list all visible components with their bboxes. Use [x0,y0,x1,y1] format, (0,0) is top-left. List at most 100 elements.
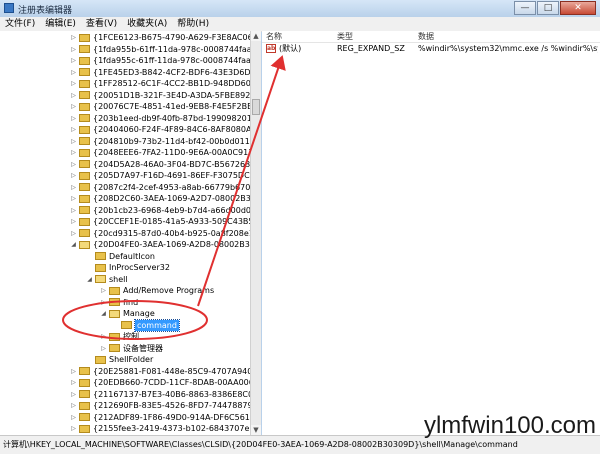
tree-item[interactable]: ▷ {208D2C60-3AEA-1069-A2D7-08002B30309D} [70,193,251,204]
tree-item-label: {212ADF89-1F86-49D0-914A-DF6C5613C81E} [93,412,250,422]
tree-item[interactable]: ▷ {212690FB-83E5-4526-8FD7-74478879 39CD} [70,400,251,411]
scroll-down-arrow-icon[interactable]: ▼ [251,425,261,435]
expand-arrow-icon[interactable]: ▷ [70,57,77,64]
tree-item[interactable]: ▷ Add/Remove Programs [100,285,214,296]
expand-arrow-icon[interactable]: ▷ [70,402,77,409]
tree-item[interactable]: ▷ {20E25881-F081-448e-85C9-4707A9400593} [70,366,250,377]
tree-item[interactable]: ▷ {20cd9315-87d0-40b4-b925-0a8f208e1f8d} [70,228,250,239]
expand-arrow-icon[interactable]: ▷ [70,69,77,76]
expand-arrow-icon[interactable]: ▷ [70,103,77,110]
column-headers: 名称 类型 数据 [262,31,600,43]
tree-item[interactable]: ◢ shell [86,274,127,285]
value-row[interactable]: ab (默认) REG_EXPAND_SZ %windir%\system32\… [262,43,600,55]
menu-favorites[interactable]: 收藏夹(A) [122,17,172,31]
tree-item-label: {212690FB-83E5-4526-8FD7-74478879 39CD} [93,401,251,410]
tree-item[interactable]: ▷ {203b1eed-db9f-40fb-87bd-1990982017d2} [70,113,250,124]
tree-item[interactable]: ◢ {20D04FE0-3AEA-1069-A2D8-08002B30309D} [70,239,250,250]
tree-item[interactable]: ▷ {20b1cb23-6968-4eb9-b7d4-a66d00d07cee} [70,205,250,216]
tree-item[interactable]: ▷ {1FF28512-6C1F-4CC2-BB1D-948DD60DB711} [70,78,251,89]
expand-arrow-icon[interactable]: ▷ [70,425,77,432]
expand-arrow-icon[interactable]: ▷ [70,207,77,214]
folder-icon [121,321,132,329]
tree-item[interactable]: ▷ {20404060-F24F-4F89-84C6-8AF8080A17CB} [70,124,250,135]
expand-arrow-icon[interactable]: ▷ [70,218,77,225]
column-header-type[interactable]: 类型 [337,31,353,42]
folder-icon [79,229,90,237]
expand-arrow-icon[interactable]: ▷ [70,172,77,179]
tree-scrollbar[interactable]: ▲ ▼ [250,31,261,435]
minimize-button[interactable]: — [514,1,536,15]
expand-arrow-icon[interactable]: ▷ [70,391,77,398]
tree-item[interactable]: ▷ {1FE45ED3-B842-4CF2-BDF6-43E3D6D10E64} [70,67,250,78]
registry-key-tree[interactable]: ▷{1FCE6123-B675-4790-A629-F3E8AC06F839}▷… [0,31,251,435]
scroll-thumb[interactable] [252,99,260,115]
tree-item[interactable]: ▷ {2048EEE6-7FA2-11D0-9E6A-00A0C9138C29} [70,147,250,158]
menu-file[interactable]: 文件(F) [0,17,40,31]
expand-arrow-icon[interactable]: ▷ [100,287,107,294]
tree-item[interactable]: DefaultIcon [86,251,155,262]
tree-item[interactable]: ◢ Manage [100,308,155,319]
expand-arrow-icon[interactable]: ▷ [70,115,77,122]
tree-item[interactable]: command [112,318,180,332]
tree-item[interactable]: ▷ {20CCEF1E-0185-41a5-A933-509C43B54F98} [70,216,250,227]
column-header-data[interactable]: 数据 [418,31,434,42]
tree-item[interactable]: ▷ {20051D1B-321F-3E4D-A3DA-5FBE892F7EC5} [70,90,250,101]
close-button[interactable]: ✕ [560,1,596,15]
expand-arrow-icon[interactable]: ▷ [70,46,77,53]
tree-item[interactable]: ▷ {1FCE6123-B675-4790-A629-F3E8AC06F839} [70,32,250,43]
tree-item-label: {2155fee3-2419-4373-b102-6843707eb41f} [93,424,250,433]
tree-item[interactable]: ▷ {212ADF89-1F86-49D0-914A-DF6C5613C81E} [70,412,250,423]
expand-arrow-icon[interactable]: ▷ [70,379,77,386]
expand-arrow-icon[interactable]: ▷ [70,161,77,168]
tree-item-label: ShellFolder [109,355,154,364]
column-header-name[interactable]: 名称 [266,31,282,42]
tree-item-label: {203b1eed-db9f-40fb-87bd-1990982017d2} [93,113,250,123]
folder-icon [109,344,120,352]
expand-arrow-icon[interactable]: ▷ [100,333,107,340]
tree-item[interactable]: ▷ {204810b9-73b2-11d4-bf42-00b0d0118b56} [70,136,250,147]
tree-item[interactable]: ▷ find [100,297,138,308]
folder-icon [79,125,90,134]
collapse-arrow-icon[interactable]: ◢ [70,241,77,248]
expand-arrow-icon[interactable]: ▷ [70,414,77,421]
expand-arrow-icon[interactable]: ▷ [70,195,77,202]
expand-arrow-icon[interactable]: ▷ [70,126,77,133]
tree-item[interactable]: ▷ {21167137-B7E3-40B6-8863-8386E8C05716} [70,389,250,400]
menu-help[interactable]: 帮助(H) [172,17,214,31]
tree-item[interactable]: ▷ {1fda955b-61ff-11da-978c-0008744faab7} [70,44,250,55]
tree-item-label: {204D5A28-46A0-3F04-BD7C-B5672631E57F} [93,159,251,169]
tree-item-label: DefaultIcon [109,251,155,261]
tree-item[interactable]: ▷ {20EDB660-7CDD-11CF-8DAB-00AA006C1A01} [70,377,250,388]
expand-arrow-icon[interactable]: ▷ [70,149,77,156]
menu-view[interactable]: 查看(V) [81,17,122,31]
expand-arrow-icon[interactable]: ▷ [70,80,77,87]
tree-item[interactable]: ShellFolder [86,354,153,365]
collapse-arrow-icon[interactable]: ◢ [100,310,107,317]
tree-item[interactable]: InProcServer32 [86,262,170,273]
tree-item[interactable]: ▷ 控制 [100,331,139,342]
regedit-app-icon [4,3,14,13]
tree-item[interactable]: ▷ {2155fee3-2419-4373-b102-6843707eb41f} [70,423,250,434]
expand-arrow-icon[interactable]: ▷ [100,345,107,352]
expand-arrow-icon[interactable]: ▷ [70,184,77,191]
window-title: 注册表编辑器 [18,6,73,16]
scroll-up-arrow-icon[interactable]: ▲ [251,31,261,41]
expand-arrow-icon[interactable]: ▷ [70,34,77,41]
tree-item[interactable]: ▷ {2087c2f4-2cef-4953-a8ab-66779b670495} [70,182,250,193]
tree-item-label: {1FF28512-6C1F-4CC2-BB1D-948DD60DB711} [93,79,251,88]
tree-item[interactable]: ▷ {20076C7E-4851-41ed-9EB8-F4E5F2BB0286} [70,101,250,112]
expand-arrow-icon[interactable]: ▷ [70,138,77,145]
menu-edit[interactable]: 编辑(E) [40,17,81,31]
collapse-arrow-icon[interactable]: ◢ [86,276,93,283]
expand-arrow-icon[interactable]: ▷ [70,92,77,99]
expand-arrow-icon[interactable]: ▷ [70,368,77,375]
folder-icon [79,401,90,410]
tree-item[interactable]: ▷ {204D5A28-46A0-3F04-BD7C-B5672631E57F} [70,159,251,170]
maximize-button[interactable]: □ [537,1,559,15]
tree-item-label: {208D2C60-3AEA-1069-A2D7-08002B30309D} [93,194,251,203]
expand-arrow-icon[interactable]: ▷ [70,230,77,237]
expand-arrow-icon[interactable]: ▷ [100,299,107,306]
tree-item[interactable]: ▷ 设备管理器 [100,343,163,354]
tree-item[interactable]: ▷ {1fda955c-61ff-11da-978c-0008744faab7} [70,55,250,66]
tree-item[interactable]: ▷ {205D7A97-F16D-4691-86EF-F3075DCCA57D} [70,170,250,181]
